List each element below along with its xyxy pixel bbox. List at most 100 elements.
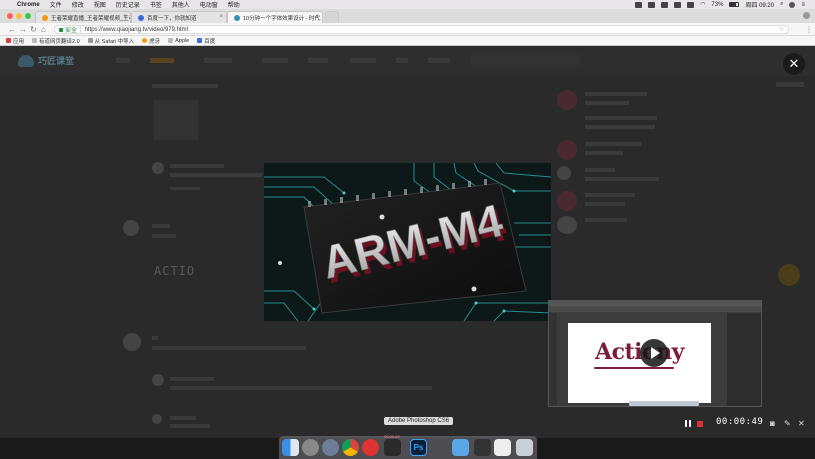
bookmark-huya[interactable]: 虎牙	[142, 37, 160, 45]
bookmarks-bar: 应用 有道网页翻译2.0 从 Safari 中导入 虎牙 Apple 百度	[0, 36, 815, 46]
avatar[interactable]	[152, 162, 164, 174]
nav-link[interactable]	[262, 58, 288, 63]
avatar[interactable]	[123, 333, 141, 351]
ps-status-bar	[629, 401, 699, 406]
minimize-window-button[interactable]	[16, 13, 22, 19]
ps-toolbar	[549, 313, 557, 406]
folder-icon[interactable]	[452, 439, 469, 456]
apps-grid-icon	[6, 38, 11, 43]
search-box[interactable]	[470, 55, 580, 65]
tab-qiaojiang[interactable]: 10分钟一个字体效果设计 - 时代... ×	[227, 11, 323, 23]
menu-help[interactable]: 帮助	[228, 0, 240, 9]
stop-record-icon[interactable]	[697, 421, 703, 427]
system-icon[interactable]	[302, 439, 319, 456]
nav-link[interactable]	[116, 58, 130, 63]
search-icon[interactable]: ⌕	[780, 1, 783, 8]
menu-list-icon[interactable]: ≡	[801, 2, 805, 8]
profile-icon[interactable]	[803, 12, 810, 19]
bookmark-apps[interactable]: 应用	[6, 37, 24, 45]
avatar[interactable]	[152, 374, 164, 386]
menu-window[interactable]: 电动窗	[200, 0, 218, 9]
back-icon[interactable]: ←	[8, 25, 16, 34]
avatar[interactable]	[557, 166, 571, 180]
menu-view[interactable]: 视图	[94, 0, 106, 9]
reload-icon[interactable]: ↻	[30, 25, 37, 34]
nav-link-active[interactable]	[150, 58, 174, 63]
nav-link[interactable]	[396, 58, 408, 63]
url-text[interactable]: https://www.qiaojiang.tv/video/979.html	[85, 27, 188, 33]
bookmark-apple[interactable]: Apple	[168, 38, 189, 44]
photoshop-icon[interactable]: Ps	[410, 439, 427, 456]
browser-toolbar: ← → ↻ ⌂ 安全 | https://www.qiaojiang.tv/vi…	[0, 23, 815, 36]
pen-icon[interactable]: ✎	[784, 419, 791, 428]
screen-recorder-icon[interactable]	[384, 439, 401, 456]
trash-icon[interactable]	[516, 439, 533, 456]
status-icon[interactable]	[648, 1, 656, 8]
zoom-window-button[interactable]	[25, 13, 31, 19]
status-icon[interactable]	[661, 1, 669, 8]
camera-icon[interactable]: ◙	[770, 419, 775, 428]
status-icon[interactable]	[674, 1, 682, 8]
lightbox-image[interactable]: ARM-M4 ARM-M4	[264, 163, 551, 321]
avatar[interactable]	[557, 191, 577, 211]
menu-file[interactable]: 文件	[50, 0, 62, 9]
chrome-icon[interactable]	[342, 439, 359, 456]
tab-title: 王者荣耀直播_王者荣耀视频_王者...	[51, 15, 131, 22]
window-preview-icon[interactable]	[474, 439, 491, 456]
site-logo[interactable]: 巧匠课堂	[18, 54, 74, 67]
netease-music-icon[interactable]	[362, 439, 379, 456]
bookmark-youdao[interactable]: 有道网页翻译2.0	[32, 37, 80, 45]
close-window-button[interactable]	[7, 13, 13, 19]
bookmark-safari-import[interactable]: 从 Safari 中导入	[87, 37, 134, 45]
nav-link[interactable]	[204, 58, 232, 63]
play-icon[interactable]	[640, 339, 668, 367]
comment-line	[170, 424, 210, 428]
nav-link[interactable]	[350, 58, 376, 63]
new-tab-button[interactable]	[325, 11, 339, 23]
avatar[interactable]	[152, 414, 162, 424]
close-tab-icon[interactable]: ×	[219, 14, 223, 20]
avatar[interactable]	[557, 140, 577, 160]
dock-recorder-badge: 00:00:49	[384, 434, 400, 439]
nav-link[interactable]	[428, 58, 450, 63]
avatar[interactable]	[557, 216, 577, 234]
comment-line	[170, 173, 262, 177]
status-icon[interactable]	[687, 1, 695, 8]
nav-link[interactable]	[308, 58, 328, 63]
menu-bookmarks[interactable]: 书签	[150, 0, 162, 9]
tab-title: 10分钟一个字体效果设计 - 时代...	[243, 15, 323, 22]
close-recorder-icon[interactable]: ✕	[798, 419, 805, 428]
forward-icon[interactable]: →	[19, 25, 27, 34]
window-preview-icon[interactable]	[494, 439, 511, 456]
menu-edit[interactable]: 修改	[72, 0, 84, 9]
recorder-preview-window[interactable]: Actiony	[548, 300, 762, 407]
launchpad-icon[interactable]	[322, 439, 339, 456]
address-bar[interactable]: 安全 | https://www.qiaojiang.tv/video/979.…	[54, 25, 789, 34]
avatar[interactable]	[557, 90, 577, 110]
pause-icon[interactable]	[685, 420, 691, 427]
menu-chrome[interactable]: Chrome	[17, 2, 40, 8]
bookmark-star-icon[interactable]: ☆	[779, 26, 784, 33]
avatar[interactable]	[123, 220, 139, 236]
sidebar-line	[585, 218, 627, 222]
nav-link[interactable]	[776, 82, 804, 87]
tab-baidu[interactable]: 百度一下，你就知道 ×	[131, 11, 227, 23]
home-icon[interactable]: ⌂	[41, 25, 46, 34]
close-lightbox-button[interactable]: ✕	[783, 53, 805, 75]
comment-image[interactable]	[154, 100, 198, 140]
menu-history[interactable]: 历史记录	[116, 0, 140, 9]
battery-percent[interactable]: 73%	[711, 2, 723, 8]
clock[interactable]: 周四 09:20	[745, 0, 774, 9]
user-icon[interactable]	[789, 1, 796, 8]
status-icon[interactable]	[635, 1, 643, 8]
bookmark-baidu[interactable]: 百度	[197, 37, 215, 45]
close-tab-icon[interactable]: ×	[315, 14, 319, 20]
logo-text: 巧匠课堂	[38, 56, 75, 66]
finder-icon[interactable]	[282, 439, 299, 456]
menu-kebab-icon[interactable]: ⋮	[805, 25, 813, 34]
battery-icon[interactable]	[729, 2, 740, 7]
menu-people[interactable]: 其他人	[172, 0, 190, 9]
close-tab-icon[interactable]: ×	[123, 14, 127, 20]
tab-huya[interactable]: 王者荣耀直播_王者荣耀视频_王者... ×	[35, 11, 131, 23]
wifi-icon[interactable]: ◠	[700, 1, 705, 8]
